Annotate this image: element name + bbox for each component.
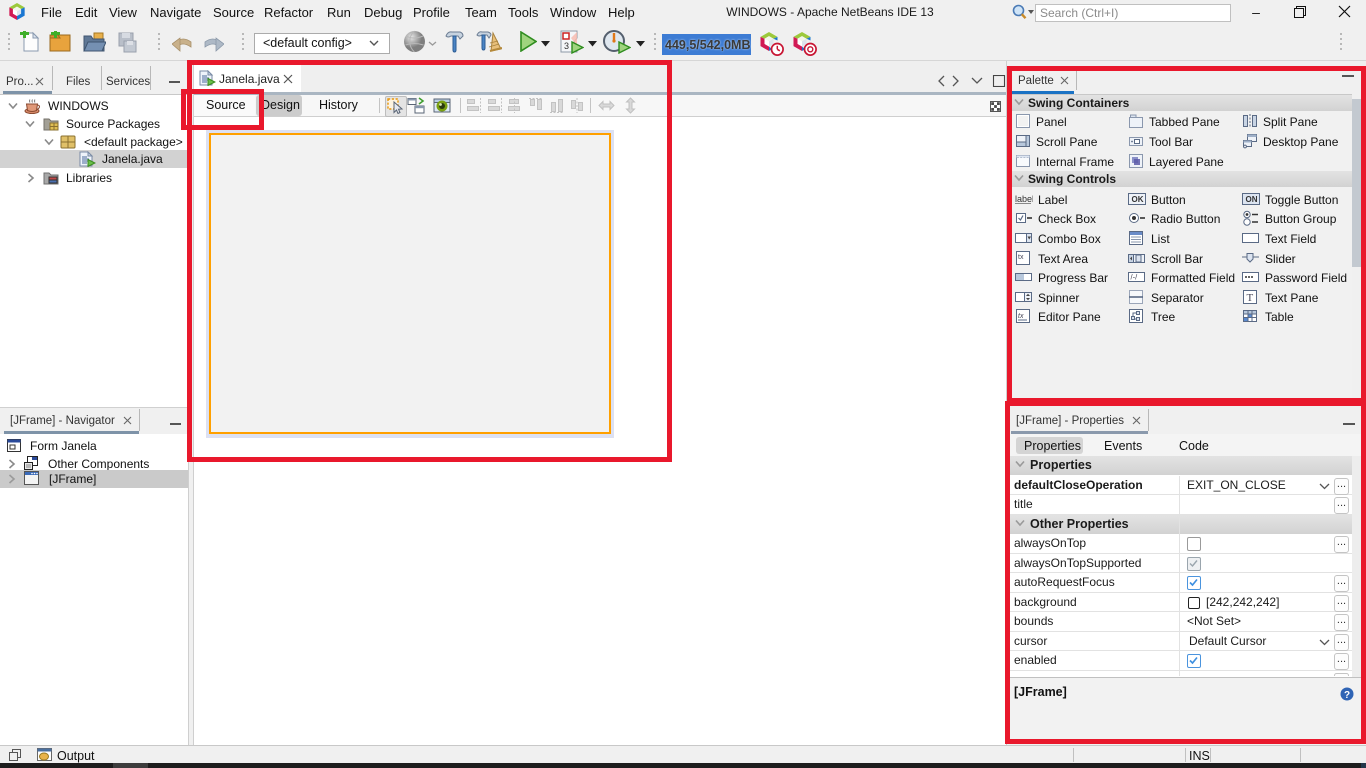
svg-text:3: 3 [564, 41, 569, 51]
